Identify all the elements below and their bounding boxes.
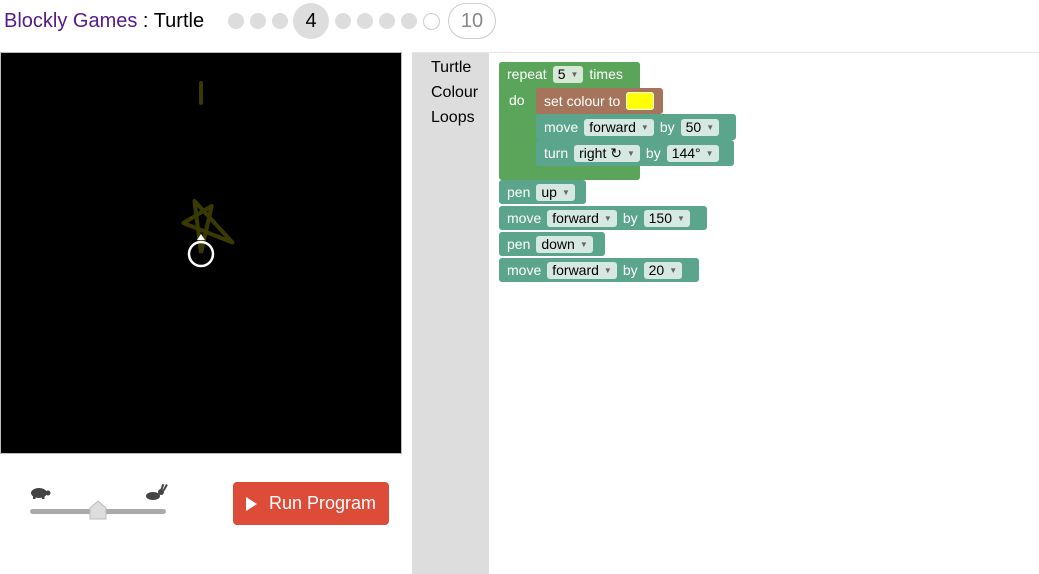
colour-swatch[interactable]	[626, 92, 655, 110]
move-distance: 150	[648, 209, 672, 226]
pen-block-1[interactable]: pen up ▼	[499, 180, 586, 204]
play-icon	[245, 496, 257, 511]
category-turtle[interactable]: Turtle	[431, 59, 471, 77]
blockly-games-link[interactable]: Blockly Games	[4, 10, 137, 32]
repeat-count: 5	[557, 65, 566, 82]
turn-direction-dropdown[interactable]: right ↻ ▼	[574, 144, 640, 162]
pen-state-dropdown[interactable]: up ▼	[536, 183, 575, 201]
category-colour[interactable]: Colour	[431, 84, 478, 102]
category-loops[interactable]: Loops	[431, 109, 475, 127]
header: Blockly Games : Turtle 4 10	[0, 0, 1039, 44]
move-keyword: move	[507, 262, 542, 278]
pen-keyword: pen	[507, 236, 531, 252]
dropdown-arrow-icon: ▼	[561, 187, 570, 197]
pen-keyword: pen	[507, 184, 531, 200]
level-9-dot[interactable]	[423, 12, 440, 30]
last-level-badge[interactable]: 10	[448, 3, 496, 39]
dropdown-arrow-icon: ▼	[669, 265, 678, 275]
slider-knob[interactable]	[89, 500, 107, 520]
dropdown-arrow-icon: ▼	[570, 69, 579, 79]
move-direction-dropdown[interactable]: forward ▼	[584, 118, 654, 136]
pen-state-dropdown[interactable]: down ▼	[536, 235, 593, 253]
move-direction: forward	[552, 261, 599, 278]
turn-angle: 144°	[671, 144, 701, 161]
turn-keyword: turn	[544, 145, 569, 161]
level-selector: 4 10	[228, 3, 496, 39]
dropdown-arrow-icon: ▼	[705, 148, 714, 158]
repeat-count-field[interactable]: 5 ▼	[552, 65, 584, 83]
move-direction-dropdown[interactable]: forward ▼	[547, 209, 617, 227]
dropdown-arrow-icon: ▼	[677, 213, 685, 223]
run-program-label: Run Program	[268, 493, 377, 513]
turn-block[interactable]: turn right ↻ ▼ by 144° ▼	[536, 140, 734, 166]
level-5-dot[interactable]	[335, 13, 351, 29]
app-name: Turtle	[153, 10, 205, 32]
times-keyword: times	[589, 66, 623, 82]
repeat-keyword: repeat	[507, 66, 547, 82]
speed-slider[interactable]	[26, 484, 171, 524]
move-direction: forward	[552, 209, 599, 226]
by-keyword: by	[622, 210, 638, 226]
dropdown-arrow-icon: ▼	[579, 239, 588, 249]
pen-state: down	[541, 235, 575, 252]
dropdown-arrow-icon: ▼	[640, 122, 649, 132]
move-block-1[interactable]: move forward ▼ by 50 ▼	[536, 114, 736, 140]
level-8-dot[interactable]	[401, 13, 417, 29]
by-keyword: by	[622, 262, 638, 278]
do-keyword: do	[509, 92, 525, 108]
turn-direction: right ↻	[579, 144, 622, 161]
move-distance-dropdown[interactable]: 50 ▼	[680, 118, 720, 136]
turn-angle-dropdown[interactable]: 144° ▼	[666, 144, 719, 162]
repeat-block-header[interactable]: repeat 5 ▼ times	[499, 62, 640, 86]
set-colour-block[interactable]: set colour to	[536, 88, 663, 114]
move-distance: 20	[648, 261, 665, 278]
current-level-badge: 4	[293, 3, 329, 39]
level-6-dot[interactable]	[357, 13, 373, 29]
title-separator: :	[137, 10, 154, 32]
toolbox: Turtle Colour Loops	[412, 53, 489, 574]
move-block-3[interactable]: move forward ▼ by 20 ▼	[499, 258, 699, 282]
set-colour-label: set colour to	[544, 93, 621, 109]
drawing	[181, 81, 235, 268]
move-keyword: move	[507, 210, 542, 226]
dropdown-arrow-icon: ▼	[626, 148, 635, 158]
dropdown-arrow-icon: ▼	[706, 122, 715, 132]
level-7-dot[interactable]	[379, 13, 395, 29]
move-direction-dropdown[interactable]: forward ▼	[547, 261, 617, 279]
pen-state: up	[541, 183, 557, 200]
move-keyword: move	[544, 119, 579, 135]
dropdown-arrow-icon: ▼	[603, 213, 612, 223]
move-block-2[interactable]: move forward ▼ by 150 ▼	[499, 206, 707, 230]
pen-block-2[interactable]: pen down ▼	[499, 232, 605, 256]
by-keyword: by	[645, 145, 661, 161]
level-1-dot[interactable]	[228, 13, 244, 29]
page-title: Blockly Games : Turtle	[4, 10, 204, 33]
rabbit-icon	[146, 484, 168, 500]
by-keyword: by	[659, 119, 675, 135]
move-distance-dropdown[interactable]: 20 ▼	[643, 261, 683, 279]
turtle-canvas	[0, 52, 402, 454]
level-3-dot[interactable]	[272, 13, 288, 29]
level-2-dot[interactable]	[250, 13, 266, 29]
turtle-icon	[31, 488, 51, 499]
move-direction: forward	[589, 118, 636, 135]
blocks-workspace[interactable]: repeat 5 ▼ times do set colour to move fo…	[489, 53, 1039, 574]
dropdown-arrow-icon: ▼	[603, 265, 612, 275]
run-program-button[interactable]: Run Program	[233, 482, 389, 525]
move-distance: 50	[685, 118, 702, 135]
move-distance-dropdown[interactable]: 150 ▼	[643, 209, 690, 227]
